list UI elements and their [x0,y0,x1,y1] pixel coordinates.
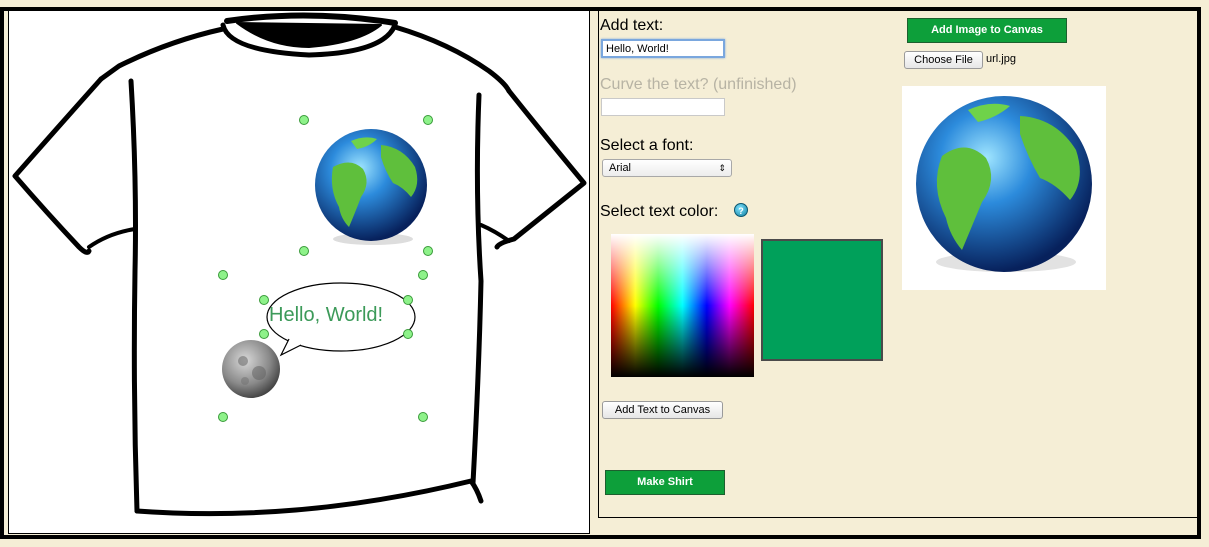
earth-handle-br[interactable] [423,246,433,256]
group-handle-tl[interactable] [218,270,228,280]
text-handle-br[interactable] [403,329,413,339]
text-color-label: Select text color: [600,203,719,220]
earth-preview-image [916,96,1092,272]
chosen-file-name: url.jpg [986,53,1016,65]
selected-color-swatch [761,239,883,361]
text-handle-bl[interactable] [259,329,269,339]
select-arrows-icon: ⇕ [718,163,726,173]
text-handle-tr[interactable] [403,295,413,305]
make-shirt-button[interactable]: Make Shirt [605,470,725,495]
tshirt-outline [12,12,587,517]
canvas-text-object[interactable]: Hello, World! [269,304,383,327]
moon-image-object[interactable] [221,339,281,399]
earth-image-object[interactable] [311,127,431,247]
font-select[interactable]: Arial ⇕ [602,159,732,177]
help-icon[interactable]: ? [734,203,748,217]
group-handle-tr[interactable] [418,270,428,280]
group-handle-bl[interactable] [218,412,228,422]
text-input[interactable] [601,39,725,58]
font-select-value: Arial [609,162,632,174]
add-text-to-canvas-button[interactable]: Add Text to Canvas [602,401,723,419]
choose-file-button[interactable]: Choose File [904,51,983,69]
design-canvas[interactable]: Hello, World! [8,10,590,534]
earth-handle-tl[interactable] [299,115,309,125]
curve-text-label: Curve the text? (unfinished) [600,76,797,93]
image-preview [902,86,1106,290]
color-picker-gradient[interactable] [611,234,754,377]
text-handle-tl[interactable] [259,295,269,305]
group-handle-br[interactable] [418,412,428,422]
add-image-to-canvas-button[interactable]: Add Image to Canvas [907,18,1067,43]
earth-handle-bl[interactable] [299,246,309,256]
curve-input[interactable] [601,98,725,116]
add-text-label: Add text: [600,17,664,34]
font-label: Select a font: [600,137,694,154]
earth-handle-tr[interactable] [423,115,433,125]
